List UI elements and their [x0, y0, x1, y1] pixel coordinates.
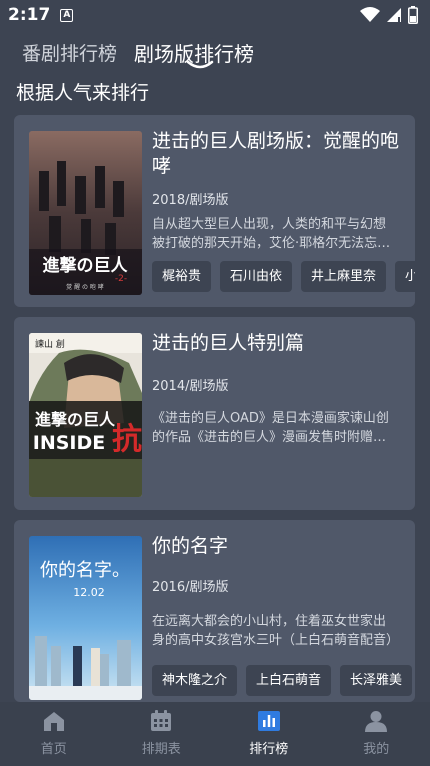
poster-image: 諫山 創 進撃の巨人 INSIDE 抗 [29, 333, 142, 497]
svg-text:抗: 抗 [112, 422, 142, 457]
cast-tags: 神木隆之介 上白石萌音 长泽雅美 [152, 665, 415, 696]
ranking-card[interactable]: 諫山 創 進撃の巨人 INSIDE 抗 进击的巨人特别篇 2014/剧场版 《进… [14, 317, 415, 510]
poster-logo-text: 進撃の巨人 [43, 255, 129, 276]
user-icon [365, 711, 388, 732]
svg-text:12.02: 12.02 [73, 586, 105, 599]
cast-tag[interactable]: 梶裕贵 [152, 261, 212, 292]
cast-tag[interactable]: 小林由美子 [395, 261, 415, 292]
card-title: 进击的巨人剧场版：觉醒的咆哮 [152, 130, 400, 177]
bottom-nav: 首页 排期表 排行榜 我的 [0, 702, 430, 766]
poster-image: 你的名字。 12.02 [29, 536, 142, 700]
nav-home[interactable]: 首页 [0, 702, 108, 766]
status-time: 2:17 [8, 5, 51, 25]
card-meta: 2018/剧场版 [152, 193, 229, 208]
wifi-icon [360, 7, 380, 22]
status-bar: 2:17 A [0, 0, 430, 30]
svg-text:-2-: -2- [115, 274, 127, 284]
status-icons [360, 6, 418, 24]
ranking-card[interactable]: 進撃の巨人 -2- 覚 醒 の 咆 哮 进击的巨人剧场版：觉醒的咆哮 2018/… [14, 115, 415, 307]
poster-inside-text: INSIDE [33, 432, 105, 454]
cast-tag[interactable]: 井上麻里奈 [301, 261, 387, 292]
nav-label: 首页 [40, 742, 67, 757]
nav-schedule[interactable]: 排期表 [108, 702, 216, 766]
nav-ranking[interactable]: 排行榜 [215, 702, 323, 766]
svg-text:諫山 創: 諫山 創 [35, 338, 65, 350]
nav-label: 排期表 [141, 742, 181, 757]
cast-tag[interactable]: 上白石萌音 [246, 665, 332, 696]
svg-text:覚 醒 の 咆 哮: 覚 醒 の 咆 哮 [66, 283, 104, 291]
card-description: 自从超大型巨人出现，人类的和平与幻想被打破的那天开始，艾伦·耶格尔无法忘记那一天 [152, 217, 391, 251]
signal-icon [387, 8, 401, 22]
nav-label: 我的 [363, 742, 390, 757]
nav-profile[interactable]: 我的 [323, 702, 430, 766]
calendar-icon [151, 710, 172, 731]
card-title: 进击的巨人特别篇 [152, 332, 305, 354]
poster-logo-text: 你的名字。 [40, 560, 130, 581]
notification-a-icon: A [60, 8, 74, 22]
home-icon [43, 712, 64, 731]
cast-tag[interactable]: 长泽雅美 [340, 665, 413, 696]
section-title: 根据人气来排行 [16, 82, 150, 104]
card-title: 你的名字 [152, 535, 229, 557]
battery-icon [408, 6, 418, 24]
poster-image: 進撃の巨人 -2- 覚 醒 の 咆 哮 [29, 131, 142, 295]
tab-active-indicator [186, 60, 214, 69]
ranking-icon [257, 711, 280, 731]
tab-bar: 番剧排行榜 剧场版排行榜 [0, 34, 430, 74]
tab-series-ranking[interactable]: 番剧排行榜 [22, 39, 117, 66]
ranking-card[interactable]: 你的名字。 12.02 你的名字 2016/剧场版 在远离大都会的小山村，住着巫… [14, 520, 415, 702]
card-description: 《进击的巨人OAD》是日本漫画家谏山创的作品《进击的巨人》漫画发售时附赠的动画 [152, 411, 389, 445]
card-description: 在远离大都会的小山村，住着巫女世家出身的高中女孩宫水三叶（上白石萌音配音） [152, 614, 398, 648]
cast-tag[interactable]: 神木隆之介 [152, 665, 238, 696]
cast-tags: 梶裕贵 石川由依 井上麻里奈 小林由美子 [152, 261, 415, 292]
nav-label: 排行榜 [249, 742, 289, 757]
cast-tag[interactable]: 石川由依 [220, 261, 293, 292]
card-meta: 2016/剧场版 [152, 580, 229, 595]
poster-logo-text: 進撃の巨人 [35, 410, 116, 429]
card-meta: 2014/剧场版 [152, 379, 229, 394]
